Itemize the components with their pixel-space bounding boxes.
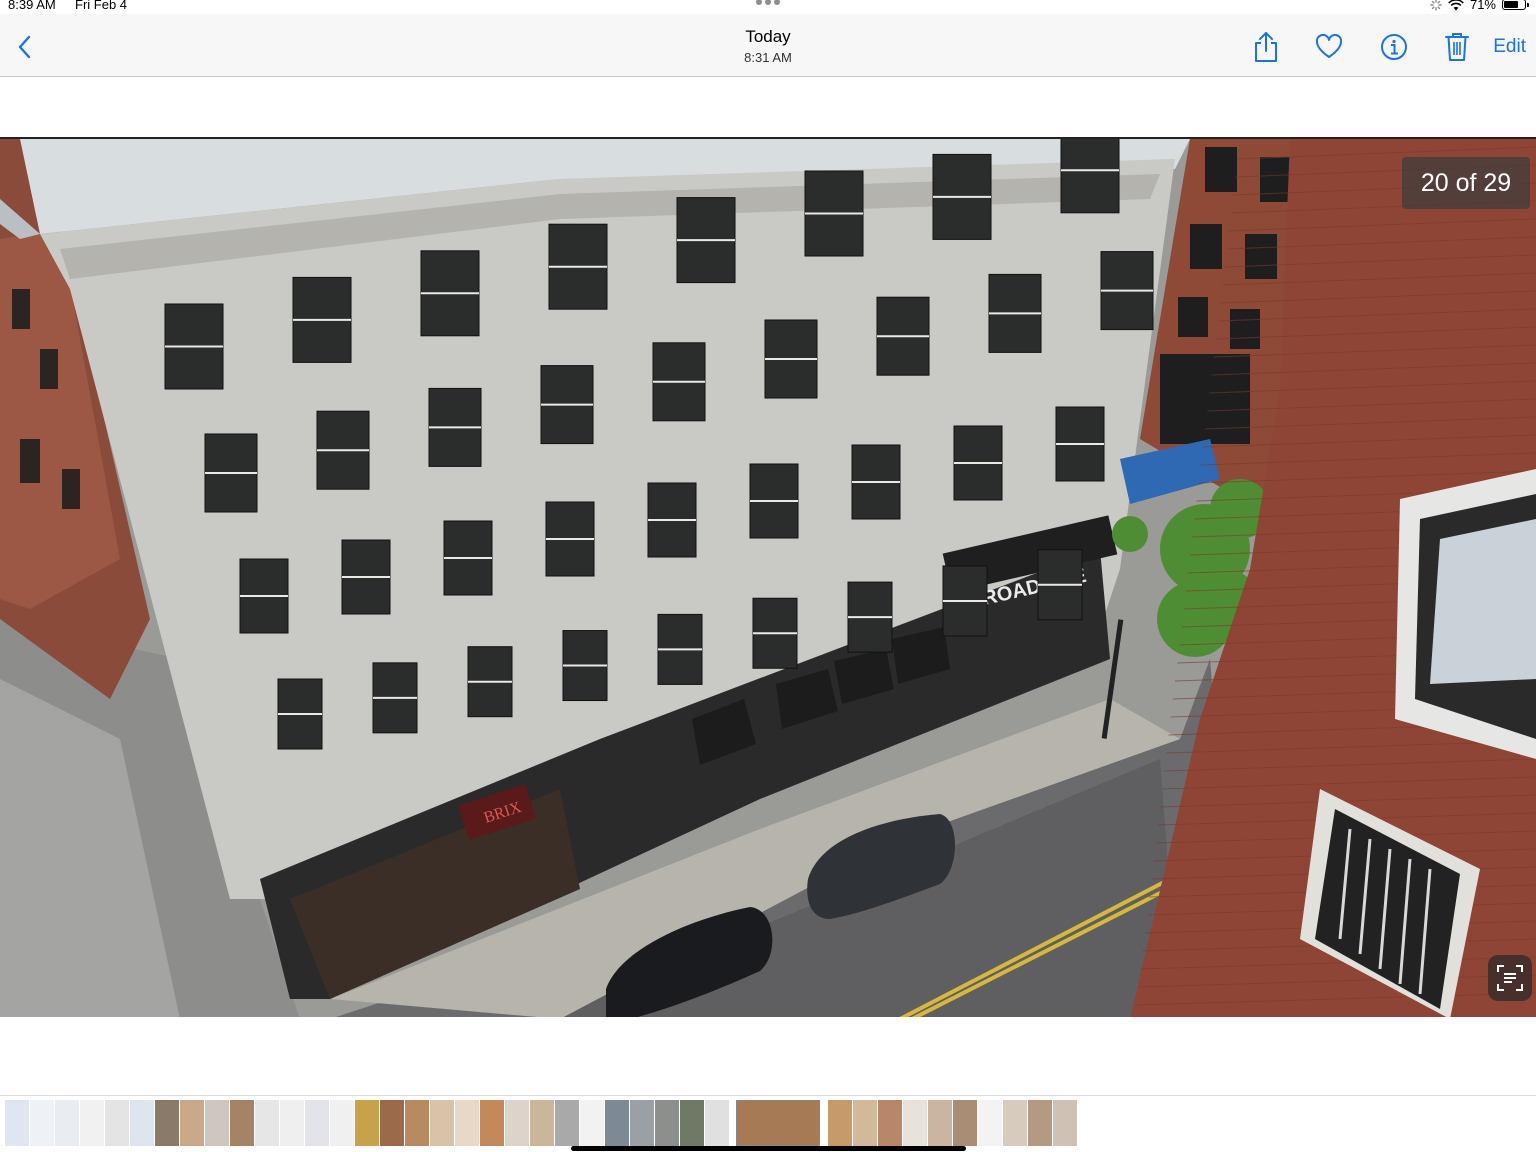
thumbnail[interactable] [105,1100,129,1146]
thumbnail[interactable] [680,1100,704,1146]
thumbnail[interactable] [1053,1100,1077,1146]
photo-counter-badge: 20 of 29 [1402,157,1530,209]
battery-icon [1502,0,1529,10]
thumbnail[interactable] [180,1100,204,1146]
thumbnail[interactable] [305,1100,329,1146]
navigation-bar: Today 8:31 AM Edit [0,14,1536,77]
thumbnail[interactable] [1003,1100,1027,1146]
thumbnail[interactable] [355,1100,379,1146]
thumbnail[interactable] [953,1100,977,1146]
thumbnail[interactable] [5,1100,29,1146]
thumbnail[interactable] [30,1100,54,1146]
thumbnail[interactable] [255,1100,279,1146]
thumbnail[interactable] [405,1100,429,1146]
live-text-icon [1497,965,1523,991]
thumbnail[interactable] [630,1100,654,1146]
thumbnail[interactable] [505,1100,529,1146]
heart-icon [1315,34,1343,58]
thumbnail[interactable] [455,1100,479,1146]
thumbnail[interactable] [230,1100,254,1146]
street-building-photo: BROADSIDE BRIX [0,139,1536,1017]
thumbnail[interactable] [205,1100,229,1146]
thumbnail[interactable] [480,1100,504,1146]
info-icon [1381,34,1407,60]
live-text-button[interactable] [1488,955,1532,1001]
building-window [1060,139,1120,214]
edit-button[interactable]: Edit [1493,36,1526,58]
status-date: Fri Feb 4 [75,0,128,12]
page-subtitle: 8:31 AM [744,50,792,65]
thumbnail[interactable] [80,1100,104,1146]
chevron-left-icon [18,35,31,59]
thumbnail[interactable] [555,1100,579,1146]
thumbnail[interactable] [605,1100,629,1146]
thumbnail[interactable] [530,1100,554,1146]
thumbnail[interactable] [55,1100,79,1146]
status-time: 8:39 AM [8,0,56,12]
thumbnail[interactable] [380,1100,404,1146]
thumbnail[interactable] [330,1100,354,1146]
page-title: Today [745,27,791,46]
multitasking-dots-icon[interactable] [756,0,780,5]
thumbnail[interactable] [978,1100,1002,1146]
thumbnail[interactable] [928,1100,952,1146]
thumbnail[interactable] [903,1100,927,1146]
thumbnail[interactable] [155,1100,179,1146]
thumbnail[interactable] [580,1100,604,1146]
thumbnail[interactable] [705,1100,729,1146]
thumbnail[interactable] [430,1100,454,1146]
thumbnail[interactable] [655,1100,679,1146]
thumbnail-current[interactable] [736,1100,820,1146]
status-indicators: 71% [1430,0,1529,12]
thumbnail[interactable] [280,1100,304,1146]
back-button[interactable] [10,32,38,62]
battery-percent: 71% [1469,0,1496,12]
info-button[interactable] [1377,30,1411,64]
thumbnail[interactable] [130,1100,154,1146]
trash-icon [1445,33,1469,61]
wifi-icon [1448,0,1464,10]
thumbnail[interactable] [1028,1100,1052,1146]
status-bar: 8:39 AM Fri Feb 4 71% [0,0,1536,14]
thumbnail[interactable] [853,1100,877,1146]
thumbnail[interactable] [878,1100,902,1146]
photo-viewer[interactable]: BROADSIDE BRIX [0,137,1536,1017]
home-indicator[interactable] [571,1146,966,1151]
share-button[interactable] [1249,30,1283,64]
thumbnail-strip[interactable] [0,1095,1536,1152]
activity-spinner-icon [1430,0,1442,11]
share-icon [1255,32,1277,62]
thumbnail[interactable] [828,1100,852,1146]
favorite-button[interactable] [1312,30,1346,64]
delete-button[interactable] [1440,30,1474,64]
